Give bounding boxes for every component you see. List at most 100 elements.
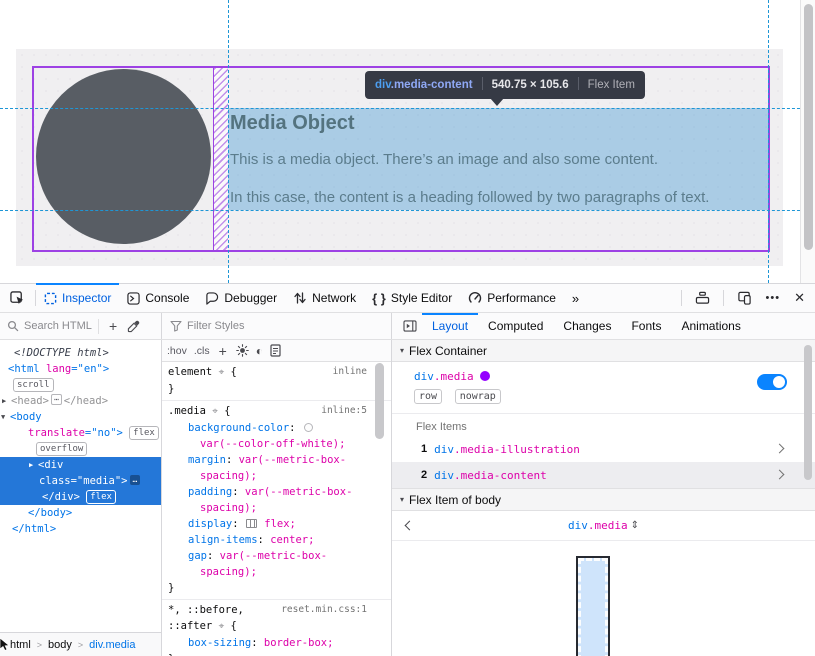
flex-overlay-toggle[interactable] [757,374,787,390]
tab-label: Performance [487,291,556,305]
search-html-input[interactable] [24,320,94,332]
page-scrollbar-thumb[interactable] [804,4,813,250]
layout-scrollbar-thumb[interactable] [804,345,812,480]
sort-icon[interactable]: ⇕ [631,520,639,531]
screenshot-button[interactable] [688,291,717,305]
html-close[interactable]: </html> [0,521,161,537]
selected-node-div-media[interactable]: ▶<div class="media">… </div> flex [0,457,161,505]
flex-badges: row nowrap [414,389,815,404]
more-tabs-button[interactable]: » [564,284,587,313]
tab-debugger[interactable]: Debugger [197,284,285,313]
sidebar-tabs-bar: Layout Computed Changes Fonts Animations [392,313,815,339]
infobar-arrow [490,98,504,106]
rule-selector-line2[interactable]: ::after ⌖ { [162,618,391,635]
div-close[interactable]: </div> flex [0,489,161,505]
decl-align-items[interactable]: align-items: center; [162,532,391,548]
decl-padding-value[interactable]: spacing); [162,500,391,516]
add-rule-button[interactable]: + [217,343,229,359]
tab-changes[interactable]: Changes [553,313,621,339]
decl-padding[interactable]: padding: var(--metric-box- [162,484,391,500]
print-media-icon[interactable] [270,344,281,357]
flex-item-row-2[interactable]: 2 div.media-content [392,462,815,488]
body-node[interactable]: ▼<body [0,409,161,425]
rule-selector[interactable]: *, ::before,reset.min.css:1 [162,602,391,618]
flex-item-of-body-header[interactable]: ▾ Flex Item of body [392,489,815,511]
source-link[interactable]: inline:5 [321,403,367,419]
rules-scrollbar-thumb[interactable] [375,363,384,439]
rule-selector[interactable]: element ⌖ {inline [162,364,391,381]
div-class-attr[interactable]: class="media">… [0,473,161,489]
rule-reset[interactable]: *, ::before,reset.min.css:1 ::after ⌖ { … [162,600,391,656]
body-attrs[interactable]: translate="no"> flex [0,425,161,441]
close-devtools-button[interactable]: ✕ [787,290,815,306]
devtools-menu-button[interactable]: ••• [759,292,788,304]
rule-media[interactable]: .media ⌖ {inline:5 background-color: var… [162,401,391,600]
decl-background-color-value[interactable]: var(--color-off-white); [162,436,391,452]
doctype-node[interactable]: <!DOCTYPE html> [0,345,161,361]
source-link[interactable]: inline [333,364,367,380]
decl-gap-value[interactable]: spacing); [162,564,391,580]
divider [723,290,724,306]
dark-theme-icon[interactable]: ◐ [256,344,263,358]
network-up-down-icon [293,291,307,305]
tab-fonts[interactable]: Fonts [621,313,671,339]
html-node[interactable]: <html lang="en"> [0,361,161,377]
tab-performance[interactable]: Performance [460,284,564,313]
selector-class[interactable]: .media [588,519,628,532]
tab-inspector[interactable]: Inspector [36,284,119,313]
breadcrumb-body[interactable]: body [48,639,72,651]
light-theme-icon[interactable] [236,344,249,357]
breadcrumb-separator: > [78,640,83,650]
breadcrumb-div-media[interactable]: div.media [89,639,135,651]
tab-animations[interactable]: Animations [671,313,750,339]
toggle-sidebar-icon[interactable] [398,320,422,332]
add-node-button[interactable]: + [103,318,123,334]
page-scrollbar[interactable] [800,0,815,283]
flex-item-selector-nav: div.media ⇕ [392,511,815,541]
pseudo-class-toggle[interactable]: :hov [167,345,187,357]
pick-element-button[interactable] [0,290,36,306]
guide-line-horizontal-top [0,108,815,109]
chevron-left-icon[interactable] [405,521,415,531]
rule-element[interactable]: element ⌖ {inline } [162,362,391,401]
filter-styles-input[interactable] [187,320,277,332]
decl-margin[interactable]: margin: var(--metric-box- [162,452,391,468]
flex-item-row-1[interactable]: 1 div.media-illustration [392,436,815,462]
tab-console[interactable]: Console [119,284,197,313]
decl-margin-value[interactable]: spacing); [162,468,391,484]
breadcrumb-html[interactable]: html [10,639,31,651]
page-paragraph-1: This is a media object. There’s an image… [230,151,658,168]
tab-network[interactable]: Network [285,284,364,313]
rule-close-brace: } [162,651,391,656]
body-close[interactable]: </body> [0,505,161,521]
tab-layout[interactable]: Layout [422,313,478,339]
div-open[interactable]: ▶<div [0,457,161,473]
selector-tag[interactable]: div [568,519,588,532]
element-tag[interactable]: div [414,370,434,383]
tab-computed[interactable]: Computed [478,313,553,339]
decl-gap[interactable]: gap: var(--metric-box- [162,548,391,564]
active-tab-indicator [36,283,119,285]
overlay-color-swatch[interactable] [480,371,490,381]
eyedropper-icon[interactable] [123,320,144,333]
decl-box-sizing[interactable]: box-sizing: border-box; [162,635,391,651]
overflow-badge[interactable]: overflow [0,441,161,457]
screenshot-icon [695,291,710,305]
decl-background-color[interactable]: background-color: [162,420,391,436]
flex-container-header[interactable]: ▾ Flex Container [392,340,815,362]
panel-subtoolbar: + Layout Computed Changes [0,313,815,340]
rule-selector[interactable]: .media ⌖ {inline:5 [162,403,391,420]
tab-label: Inspector [62,291,111,305]
responsive-design-mode-button[interactable] [730,291,759,305]
tab-label: Animations [681,319,740,333]
source-link[interactable]: reset.min.css:1 [281,602,367,618]
scroll-badge[interactable]: scroll [0,377,161,393]
class-toggle[interactable]: .cls [194,345,210,357]
head-node[interactable]: ▶<head>⋯</head> [0,393,161,409]
decl-display-flex[interactable]: display: flex; [162,516,391,532]
tab-label: Network [312,291,356,305]
tab-style-editor[interactable]: { } Style Editor [364,284,460,313]
section-title: Flex Item of body [409,493,501,507]
markup-panel: <!DOCTYPE html> <html lang="en"> scroll … [0,340,162,656]
element-class[interactable]: .media [434,370,474,383]
